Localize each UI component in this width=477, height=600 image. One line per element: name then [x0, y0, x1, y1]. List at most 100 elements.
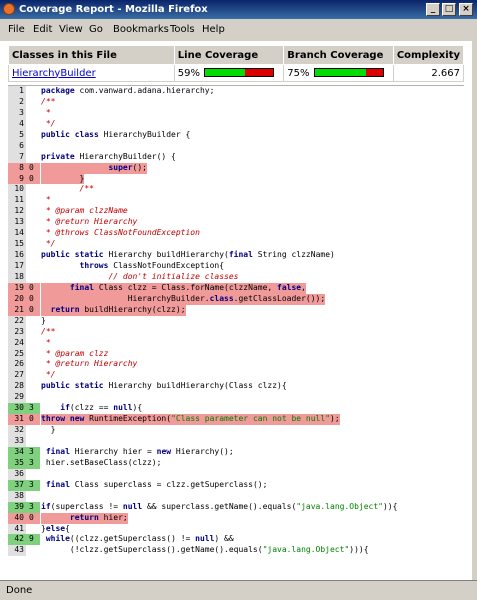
- line-coverage-cell: 59%: [173, 64, 285, 82]
- line-source: /**: [41, 326, 56, 336]
- hit-count: [26, 436, 40, 447]
- code-line: 24 *: [8, 337, 464, 349]
- header-classes: Classes in this File: [8, 45, 175, 65]
- line-source: private HierarchyBuilder() {: [41, 151, 176, 161]
- line-number: 13: [8, 217, 26, 229]
- hit-count: [26, 261, 40, 272]
- line-source: }: [41, 425, 56, 435]
- line-source: * @return Hierarchy: [41, 217, 138, 227]
- code-line: 1 package com.vanward.adana.hierarchy;: [8, 86, 464, 97]
- code-line: 38: [8, 490, 464, 502]
- header-complexity: Complexity: [392, 45, 465, 65]
- menu-edit[interactable]: Edit: [33, 24, 52, 35]
- hit-count: [26, 86, 40, 97]
- code-line: 39 3 if(superclass != null && superclass.g…: [8, 501, 464, 513]
- hit-count: [26, 152, 40, 163]
- menu-tools[interactable]: Tools: [170, 24, 195, 35]
- hit-count: 0: [26, 512, 40, 524]
- branch-coverage-cell: 75%: [283, 64, 394, 82]
- complexity-value: 2.667: [392, 64, 465, 82]
- line-number: 5: [8, 129, 26, 141]
- status-bar: Done: [0, 580, 477, 600]
- hit-count: [26, 392, 40, 403]
- code-line: 10 /**: [8, 184, 464, 196]
- source-code-listing: 1 package com.vanward.adana.hierarchy; 2 /*…: [8, 85, 464, 580]
- line-number: 42: [8, 534, 26, 546]
- code-line: 80 super();: [8, 162, 464, 174]
- line-source: super();: [41, 162, 147, 174]
- header-branch-coverage: Branch Coverage: [283, 45, 394, 65]
- menu-view[interactable]: View: [59, 24, 83, 35]
- hit-count: [26, 349, 40, 360]
- code-line: 16 public static Hierarchy buildHierarchy…: [8, 250, 464, 261]
- code-line: 35 3 hier.setBaseClass(clzz);: [8, 457, 464, 469]
- hit-count: [26, 228, 40, 239]
- line-source: */: [41, 370, 56, 380]
- line-source: package com.vanward.adana.hierarchy;: [41, 86, 215, 95]
- code-line: 27 */: [8, 370, 464, 382]
- line-number: 40: [8, 512, 26, 524]
- minimize-button[interactable]: _: [426, 3, 440, 16]
- code-line: 4 */: [8, 118, 464, 130]
- line-number: 21: [8, 304, 26, 316]
- line-number: 31: [8, 414, 26, 426]
- hit-count: 9: [26, 534, 40, 546]
- hit-count: [26, 184, 40, 195]
- status-text: Done: [6, 585, 33, 596]
- code-line: 14 * @throws ClassNotFoundException: [8, 228, 464, 240]
- hit-count: [26, 97, 40, 108]
- line-number: 28: [8, 381, 26, 393]
- vertical-scrollbar[interactable]: [472, 41, 477, 580]
- hit-count: [26, 359, 40, 370]
- hit-count: [26, 338, 40, 349]
- menu-help[interactable]: Help: [202, 24, 225, 35]
- hit-count: [26, 250, 40, 261]
- line-number: 6: [8, 140, 26, 152]
- line-source: return buildHierarchy(clzz);: [41, 304, 186, 316]
- line-source: final Class clzz = Class.forName(clzzNam…: [41, 282, 306, 294]
- line-source: */: [41, 118, 56, 128]
- line-source: * @param clzzName: [41, 206, 128, 216]
- hit-count: [26, 327, 40, 338]
- hit-count: [26, 108, 40, 119]
- line-source: return hier;: [41, 512, 128, 524]
- hit-count: [26, 195, 40, 206]
- page-content: Classes in this File Line Coverage Branc…: [0, 41, 472, 580]
- code-line: 90 }: [8, 173, 464, 185]
- menu-bar: File Edit View Go Bookmarks Tools Help: [0, 19, 477, 57]
- maximize-button[interactable]: □: [442, 3, 456, 16]
- hit-count: 3: [26, 457, 40, 469]
- line-number: 36: [8, 468, 26, 480]
- line-source: }else{: [41, 523, 70, 533]
- line-number: 34: [8, 446, 26, 458]
- window-title: Coverage Report - Mozilla Firefox: [19, 4, 208, 15]
- close-button[interactable]: ×: [459, 3, 473, 16]
- line-number: 20: [8, 293, 26, 305]
- line-coverage-percent: 59%: [177, 67, 201, 79]
- menu-file[interactable]: File: [8, 24, 25, 35]
- code-line: 22}: [8, 315, 464, 327]
- code-line: 32 }: [8, 425, 464, 436]
- hit-count: 0: [26, 293, 40, 305]
- hit-count: [26, 141, 40, 152]
- line-coverage-bar: [204, 68, 275, 77]
- line-number: 23: [8, 326, 26, 338]
- code-line: 28 public static Hierarchy buildHierarchy…: [8, 381, 464, 393]
- menu-bookmarks[interactable]: Bookmarks: [113, 24, 169, 35]
- hit-count: 3: [26, 403, 40, 415]
- line-source: // don't initialize classes: [108, 271, 239, 281]
- class-link[interactable]: HierarchyBuilder: [12, 68, 96, 79]
- title-bar: Coverage Report - Mozilla Firefox _ □ ×: [0, 0, 477, 19]
- line-source: public class HierarchyBuilder {: [41, 129, 191, 139]
- code-line: 21 0 return buildHierarchy(clzz);: [8, 304, 464, 316]
- code-line: 41}else{: [8, 523, 464, 535]
- code-line: 5 public class HierarchyBuilder {: [8, 129, 464, 141]
- firefox-icon: [3, 3, 15, 15]
- code-line: 36: [8, 468, 464, 480]
- menu-go[interactable]: Go: [89, 24, 103, 35]
- line-number: 14: [8, 228, 26, 240]
- header-line-coverage: Line Coverage: [173, 45, 285, 65]
- code-line: 29: [8, 392, 464, 404]
- hit-count: [26, 206, 40, 217]
- code-line: 43 (!clzz.getSuperclass().getName().equa…: [8, 545, 464, 557]
